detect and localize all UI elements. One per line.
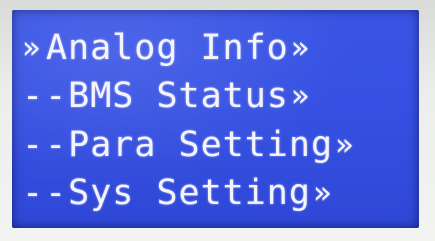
- double-chevron-right-icon: »: [290, 30, 311, 66]
- menu-item-para-setting[interactable]: -- Para Setting »: [22, 123, 355, 167]
- menu-item-label: Para Setting: [68, 125, 334, 165]
- menu-item-prefix: --: [22, 125, 69, 165]
- menu-item-bms-status[interactable]: -- BMS Status »: [22, 74, 311, 118]
- selection-chevron-icon: »: [22, 30, 42, 66]
- menu-item-prefix: --: [22, 173, 69, 213]
- menu-item-sys-setting[interactable]: -- Sys Setting »: [22, 171, 333, 215]
- menu-item-label: BMS Status: [68, 76, 289, 116]
- menu-item-prefix: --: [22, 76, 69, 116]
- double-chevron-right-icon: »: [290, 78, 311, 114]
- menu-item-analog-info[interactable]: » Analog Info »: [22, 26, 311, 70]
- menu-item-label: Sys Setting: [68, 173, 311, 213]
- device-bezel: » Analog Info » -- BMS Status » -- Para …: [0, 0, 435, 241]
- lcd-screen: » Analog Info » -- BMS Status » -- Para …: [12, 10, 419, 228]
- double-chevron-right-icon: »: [335, 127, 355, 163]
- menu-item-label: Analog Info: [45, 28, 289, 68]
- double-chevron-right-icon: »: [312, 175, 333, 211]
